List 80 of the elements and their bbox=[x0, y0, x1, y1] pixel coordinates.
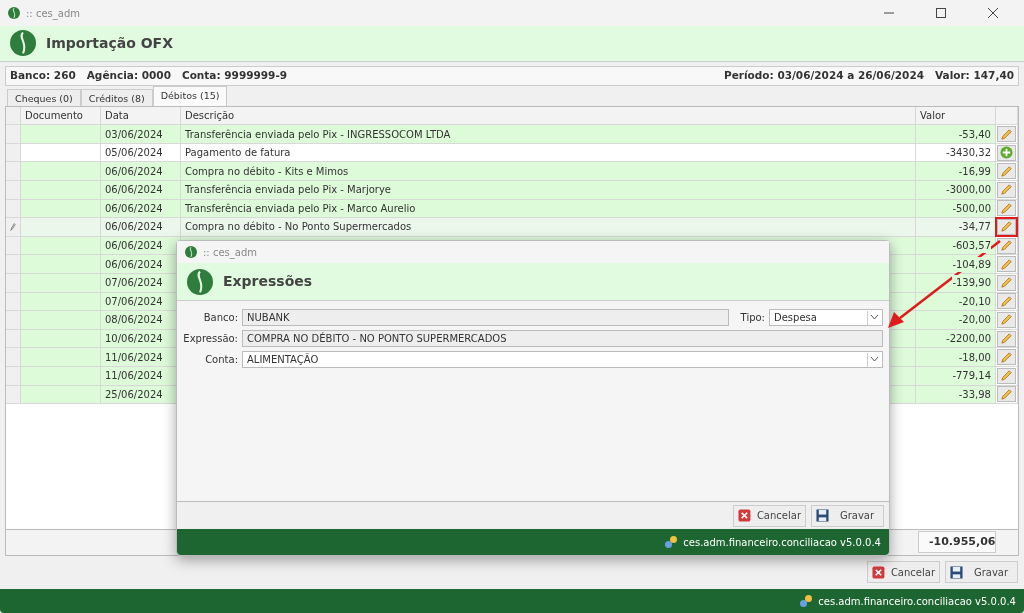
save-button[interactable]: Gravar bbox=[811, 504, 884, 527]
column-header: Documento bbox=[21, 106, 101, 125]
dropdown[interactable]: ALIMENTAÇÃO bbox=[242, 351, 883, 368]
edit-button[interactable] bbox=[997, 386, 1016, 403]
account-info: Banco: 260 Agência: 0000 Conta: 9999999-9 bbox=[10, 67, 288, 83]
leaf-logo-icon bbox=[10, 30, 36, 57]
field-label: Banco: bbox=[202, 311, 238, 325]
close-icon[interactable] bbox=[988, 8, 998, 18]
page-title: Importação OFX bbox=[46, 33, 173, 53]
pencil-icon bbox=[1000, 127, 1013, 141]
cancel-button[interactable]: Cancelar bbox=[733, 504, 806, 527]
edit-button[interactable] bbox=[997, 367, 1016, 384]
table-cell: -104,89 bbox=[952, 256, 991, 272]
pencil-icon bbox=[1000, 239, 1013, 253]
gears-icon bbox=[664, 535, 679, 549]
edit-button[interactable] bbox=[997, 293, 1016, 310]
total-field: -10.955,06 bbox=[918, 530, 996, 554]
page-title: Expressões bbox=[223, 272, 313, 291]
edit-button[interactable] bbox=[997, 219, 1016, 235]
version-label: ces.adm.financeiro.conciliacao v5.0.0.4 bbox=[818, 594, 1016, 609]
dropdown[interactable]: Despesa bbox=[769, 309, 883, 326]
window-title: :: ces_adm bbox=[26, 6, 80, 21]
cancel-icon bbox=[872, 565, 885, 579]
column-header: Data bbox=[101, 106, 181, 125]
table-cell: -603,57 bbox=[952, 238, 991, 254]
pencil-icon bbox=[1000, 220, 1013, 234]
pencil-icon bbox=[1000, 350, 1013, 364]
edit-button[interactable] bbox=[997, 274, 1016, 291]
add-button[interactable] bbox=[997, 144, 1016, 161]
cancel-button[interactable]: Cancelar bbox=[867, 561, 940, 584]
table-cell: 06/06/2024 bbox=[101, 218, 181, 236]
pencil-icon bbox=[1000, 164, 1013, 178]
table-cell: Transferência enviada pelo Pix - Marjorye bbox=[181, 181, 916, 199]
leaf-logo-icon bbox=[187, 268, 213, 295]
field-label: Expressão: bbox=[183, 332, 238, 346]
tab[interactable]: Cheques (0) bbox=[7, 88, 81, 106]
field-label: Conta: bbox=[204, 353, 238, 367]
gears-icon bbox=[799, 594, 814, 609]
column-header: Valor bbox=[916, 106, 996, 125]
pencil-icon bbox=[1000, 201, 1013, 215]
pencil-icon bbox=[1000, 369, 1013, 383]
edit-button[interactable] bbox=[997, 181, 1016, 198]
maximize-icon[interactable] bbox=[936, 8, 946, 18]
pencil-icon bbox=[1000, 313, 1013, 327]
table-cell: Pagamento de fatura bbox=[181, 143, 916, 162]
table-cell: Compra no débito - Kits e Mimos bbox=[181, 162, 916, 180]
table-cell: 03/06/2024 bbox=[101, 125, 181, 143]
input-field[interactable]: COMPRA NO DÉBITO - NO PONTO SUPERMERCADOS bbox=[242, 330, 883, 347]
save-button[interactable]: Gravar bbox=[945, 561, 1018, 584]
table-cell: Transferência enviada pelo Pix - INGRESSOCOM LTDA bbox=[181, 125, 916, 143]
tab[interactable]: Créditos (8) bbox=[80, 88, 153, 106]
edit-button[interactable] bbox=[997, 330, 1016, 347]
edit-button[interactable] bbox=[997, 126, 1016, 142]
cancel-icon bbox=[738, 509, 751, 522]
edit-button[interactable] bbox=[997, 200, 1016, 217]
pencil-icon bbox=[1000, 183, 1013, 197]
edit-button[interactable] bbox=[997, 256, 1016, 273]
leaf-logo-icon bbox=[185, 246, 197, 258]
pencil-indicator-icon bbox=[10, 222, 16, 232]
input-field[interactable]: NUBANK bbox=[242, 309, 729, 326]
pencil-icon bbox=[1000, 257, 1013, 271]
table-cell: 05/06/2024 bbox=[101, 143, 181, 162]
edit-button[interactable] bbox=[997, 311, 1016, 328]
leaf-logo-icon bbox=[8, 7, 20, 19]
column-header: Descrição bbox=[181, 106, 916, 125]
plus-circle-icon bbox=[1000, 146, 1013, 160]
pencil-icon bbox=[1000, 276, 1013, 290]
table-cell: Compra no débito - No Ponto Supermercados bbox=[181, 218, 916, 236]
pencil-icon bbox=[1000, 387, 1013, 401]
edit-button[interactable] bbox=[997, 237, 1016, 254]
period-info: Período: 03/06/2024 a 26/06/2024 Valor: 147,40 bbox=[724, 67, 1014, 83]
pencil-icon bbox=[1000, 332, 1013, 346]
edit-button[interactable] bbox=[997, 349, 1016, 366]
pencil-icon bbox=[1000, 294, 1013, 308]
edit-button[interactable] bbox=[997, 163, 1016, 180]
version-label: ces.adm.financeiro.conciliacao v5.0.0.4 bbox=[683, 535, 881, 550]
field-label: Tipo: bbox=[740, 311, 765, 325]
table-cell: 06/06/2024 bbox=[101, 181, 181, 199]
table-cell: 06/06/2024 bbox=[101, 162, 181, 180]
window-title: :: ces_adm bbox=[203, 245, 257, 260]
